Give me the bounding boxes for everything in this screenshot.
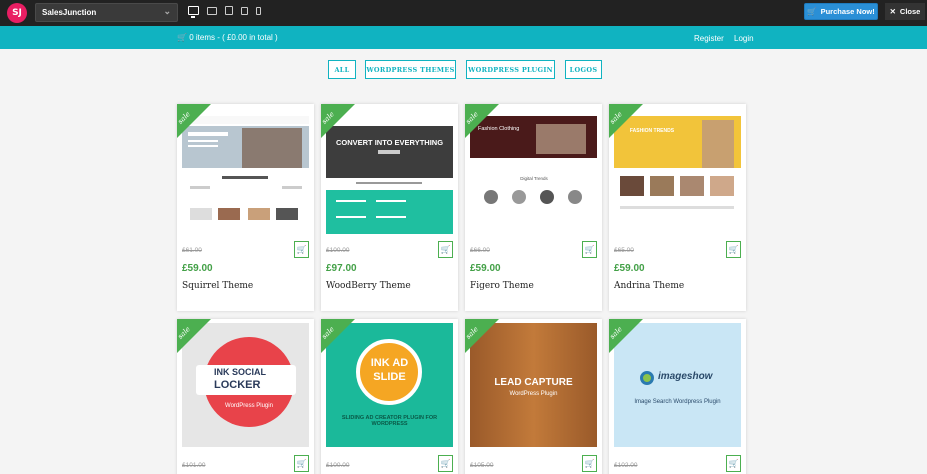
theme-select[interactable]: SalesJunction ⌄ (35, 3, 178, 22)
filter-logos[interactable]: LOGOS (565, 60, 602, 79)
cart-summary[interactable]: 🛒 0 items - ( £0.00 in total ) (177, 33, 278, 42)
add-to-cart-button[interactable]: 🛒 (294, 455, 309, 472)
price: £97.00 (326, 263, 357, 274)
login-link[interactable]: Login (734, 34, 754, 43)
brand-logo[interactable]: SJ (7, 3, 27, 23)
sale-ribbon: sale (465, 319, 505, 359)
close-icon: ✕ (889, 7, 896, 16)
product-card[interactable]: sale FASHION TRENDS £65.00 🛒 £59.00 Andr… (609, 104, 746, 311)
sale-ribbon: sale (609, 319, 649, 359)
product-card[interactable]: sale INK AD SLIDE SLIDING AD CREATOR PLU… (321, 319, 458, 474)
sale-ribbon: sale (177, 319, 217, 359)
cart-icon: 🛒 (440, 245, 451, 254)
register-link[interactable]: Register (694, 34, 724, 43)
filter-all[interactable]: ALL (328, 60, 356, 79)
tablet-landscape-icon[interactable] (225, 6, 233, 15)
add-to-cart-button[interactable]: 🛒 (726, 241, 741, 258)
filter-wordpress-plugin[interactable]: WORDPRESS PLUGIN (466, 60, 555, 79)
product-card[interactable]: sale INK SOCIAL LOCKER WordPress Plugin … (177, 319, 314, 474)
old-price: £100.00 (326, 247, 350, 254)
product-name[interactable]: Andrina Theme (614, 281, 684, 291)
add-to-cart-button[interactable]: 🛒 (438, 455, 453, 472)
add-to-cart-button[interactable]: 🛒 (726, 455, 741, 472)
product-name[interactable]: Squirrel Theme (182, 281, 253, 291)
preview-toolbar: SJ SalesJunction ⌄ 🛒 Purchase Now! ✕ Clo… (0, 0, 927, 26)
old-price: £66.00 (470, 247, 490, 254)
product-name[interactable]: WoodBerry Theme (326, 281, 411, 291)
cart-icon: 🛒 (584, 459, 595, 468)
product-card[interactable]: sale LEAD CAPTURE WordPress Plugin £105.… (465, 319, 602, 474)
sale-ribbon: sale (321, 104, 361, 144)
product-name[interactable]: Figero Theme (470, 281, 534, 291)
laptop-icon[interactable] (207, 7, 217, 15)
old-price: £65.00 (614, 247, 634, 254)
product-card[interactable]: sale CONVERT INTO EVERYTHING £100.00 🛒 £… (321, 104, 458, 311)
cart-icon: 🛒 (177, 33, 187, 42)
sale-ribbon: sale (177, 104, 217, 144)
cart-icon: 🛒 (296, 459, 307, 468)
desktop-icon[interactable] (188, 6, 199, 18)
old-price: £102.00 (614, 462, 638, 469)
filter-wordpress-themes[interactable]: WORDPRESS THEMES (365, 60, 456, 79)
sale-ribbon: sale (465, 104, 505, 144)
cart-icon: 🛒 (728, 459, 739, 468)
chevron-down-icon: ⌄ (163, 6, 171, 16)
price: £59.00 (470, 263, 501, 274)
price: £59.00 (614, 263, 645, 274)
old-price: £101.00 (182, 462, 206, 469)
product-card[interactable]: sale imageshow Image Search Wordpress Pl… (609, 319, 746, 474)
product-card[interactable]: sale £61.00 🛒 £59.00 Squirrel Theme (177, 104, 314, 311)
add-to-cart-button[interactable]: 🛒 (294, 241, 309, 258)
cart-icon: 🛒 (440, 459, 451, 468)
add-to-cart-button[interactable]: 🛒 (582, 241, 597, 258)
price: £59.00 (182, 263, 213, 274)
sale-ribbon: sale (609, 104, 649, 144)
cart-icon: 🛒 (807, 7, 817, 16)
cart-icon: 🛒 (584, 245, 595, 254)
store-header: 🛒 0 items - ( £0.00 in total ) Register … (0, 26, 927, 49)
sale-ribbon: sale (321, 319, 361, 359)
cart-icon: 🛒 (728, 245, 739, 254)
old-price: £105.00 (470, 462, 494, 469)
device-switcher (188, 6, 261, 18)
purchase-now-button[interactable]: 🛒 Purchase Now! (804, 3, 878, 20)
old-price: £61.00 (182, 247, 202, 254)
phone-icon[interactable] (256, 7, 261, 15)
old-price: £100.00 (326, 462, 350, 469)
close-button[interactable]: ✕ Close (885, 3, 925, 20)
add-to-cart-button[interactable]: 🛒 (582, 455, 597, 472)
cart-icon: 🛒 (296, 245, 307, 254)
add-to-cart-button[interactable]: 🛒 (438, 241, 453, 258)
product-card[interactable]: sale Fashion Clothing Digital Trends £66… (465, 104, 602, 311)
tablet-portrait-icon[interactable] (241, 7, 248, 15)
